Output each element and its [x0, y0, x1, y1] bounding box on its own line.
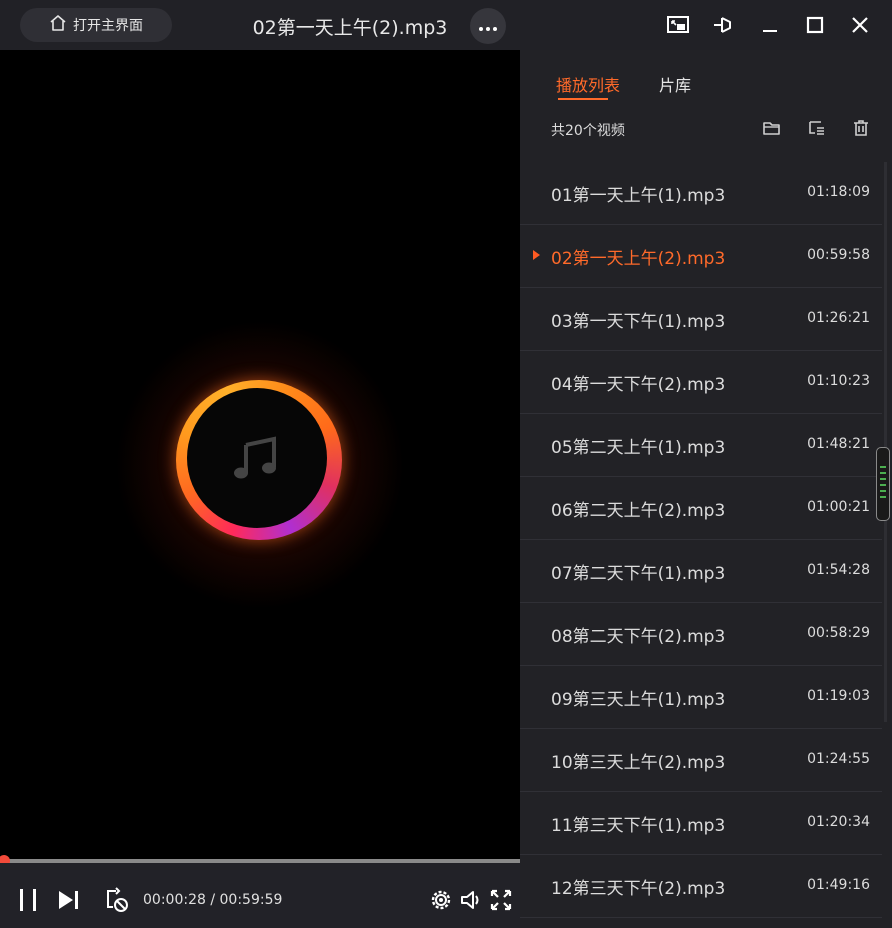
- video-count: 共20个视频: [551, 123, 625, 139]
- playlist-item-duration: 01:24:55: [807, 751, 870, 767]
- sort-icon: [809, 121, 824, 135]
- playlist-item-name: 01第一天上午(1).mp3: [551, 186, 726, 206]
- playlist-item-name: 07第二天下午(1).mp3: [551, 564, 726, 584]
- playlist-item[interactable]: 09第三天上午(1).mp3 01:19:03: [520, 666, 882, 729]
- gear-icon: [431, 890, 451, 910]
- video-area[interactable]: [0, 50, 520, 860]
- total-time: 00:59:59: [219, 892, 283, 908]
- playlist-item[interactable]: 01第一天上午(1).mp3 01:18:09: [520, 162, 882, 225]
- current-time: 00:00:28: [143, 892, 206, 908]
- playlist-item-duration: 01:18:09: [807, 184, 870, 200]
- playlist-item-duration: 00:58:29: [807, 625, 870, 641]
- loop-mode-icon: [107, 887, 128, 912]
- delete-button[interactable]: [851, 118, 871, 138]
- open-main-button[interactable]: 打开主界面: [20, 8, 172, 42]
- playlist-item-duration: 01:26:21: [807, 310, 870, 326]
- playlist-item[interactable]: 12第三天下午(2).mp3 01:49:16: [520, 855, 882, 918]
- mini-mode-icon: [667, 16, 689, 33]
- mini-mode-button[interactable]: [665, 12, 691, 38]
- next-button[interactable]: [56, 887, 82, 913]
- window-title: 02第一天上午(2).mp3: [252, 17, 448, 39]
- close-button[interactable]: [847, 12, 873, 38]
- now-playing-icon: [533, 250, 540, 260]
- trash-icon: [854, 120, 868, 136]
- volume-button[interactable]: [458, 887, 484, 913]
- audio-disc: [187, 388, 327, 528]
- home-icon: [49, 14, 67, 36]
- playlist-item-name: 02第一天上午(2).mp3: [551, 249, 726, 269]
- fullscreen-button[interactable]: [488, 887, 514, 913]
- music-note-icon: [234, 436, 276, 479]
- playlist-item-name: 12第三天下午(2).mp3: [551, 879, 726, 899]
- loop-mode-button[interactable]: [103, 887, 129, 913]
- playlist-item-name: 06第二天上午(2).mp3: [551, 501, 726, 521]
- playlist-item[interactable]: 07第二天下午(1).mp3 01:54:28: [520, 540, 882, 603]
- control-bar: 00:00:28 / 00:59:59: [0, 863, 520, 928]
- sort-button[interactable]: [807, 118, 827, 138]
- playlist-item-duration: 01:54:28: [807, 562, 870, 578]
- next-icon: [59, 891, 78, 909]
- scrollbar-track[interactable]: [884, 162, 887, 722]
- minimize-button[interactable]: [757, 12, 783, 38]
- open-folder-button[interactable]: [762, 118, 782, 138]
- time-display: 00:00:28 / 00:59:59: [143, 892, 282, 908]
- playlist-panel: 播放列表 片库 共20个视频 01第一天上午(1).mp3 01:18:09 02第…: [520, 50, 892, 928]
- pause-icon: [20, 889, 36, 911]
- playlist-item-name: 11第三天下午(1).mp3: [551, 816, 726, 836]
- close-icon: [852, 17, 868, 33]
- playlist-item[interactable]: 10第三天上午(2).mp3 01:24:55: [520, 729, 882, 792]
- time-separator: /: [210, 892, 216, 908]
- playlist-item-duration: 01:20:34: [807, 814, 870, 830]
- maximize-button[interactable]: [802, 12, 828, 38]
- playlist-item-duration: 01:49:16: [807, 877, 870, 893]
- playlist-item-duration: 01:10:23: [807, 373, 870, 389]
- speaker-icon: [461, 891, 479, 909]
- open-folder-icon: [763, 122, 780, 135]
- playlist-item-name: 10第三天上午(2).mp3: [551, 753, 726, 773]
- more-button[interactable]: [470, 8, 506, 44]
- pin-icon: [714, 17, 731, 33]
- playlist-item-duration: 01:00:21: [807, 499, 870, 515]
- settings-button[interactable]: [428, 887, 454, 913]
- minimize-icon: [763, 30, 777, 32]
- more-icon: [478, 17, 498, 36]
- playlist-item[interactable]: 05第二天上午(1).mp3 01:48:21: [520, 414, 882, 477]
- playlist-item-active[interactable]: 02第一天上午(2).mp3 00:59:58: [520, 225, 882, 288]
- pause-button[interactable]: [15, 887, 41, 913]
- playlist-item-name: 08第二天下午(2).mp3: [551, 627, 726, 647]
- tab-library[interactable]: 片库: [659, 72, 691, 96]
- title-bar: 打开主界面 02第一天上午(2).mp3: [0, 0, 892, 50]
- scrollbar-thumb[interactable]: [876, 447, 890, 521]
- playlist-item[interactable]: 04第一天下午(2).mp3 01:10:23: [520, 351, 882, 414]
- active-tab-indicator: [558, 98, 608, 100]
- playlist-item-name: 05第二天上午(1).mp3: [551, 438, 726, 458]
- playlist-item[interactable]: 08第二天下午(2).mp3 00:58:29: [520, 603, 882, 666]
- playlist-item-name: 03第一天下午(1).mp3: [551, 312, 726, 332]
- tab-playlist[interactable]: 播放列表: [556, 72, 620, 96]
- playlist: 01第一天上午(1).mp3 01:18:09 02第一天上午(2).mp3 00:5…: [520, 162, 882, 918]
- playlist-item-duration: 01:48:21: [807, 436, 870, 452]
- playlist-item[interactable]: 03第一天下午(1).mp3 01:26:21: [520, 288, 882, 351]
- playlist-item-name: 09第三天上午(1).mp3: [551, 690, 726, 710]
- fullscreen-icon: [490, 889, 512, 911]
- playlist-item[interactable]: 06第二天上午(2).mp3 01:00:21: [520, 477, 882, 540]
- maximize-icon: [806, 16, 824, 34]
- playlist-item-duration: 00:59:58: [807, 247, 870, 263]
- playlist-item[interactable]: 11第三天下午(1).mp3 01:20:34: [520, 792, 882, 855]
- open-main-label: 打开主界面: [73, 18, 143, 34]
- pin-button[interactable]: [710, 12, 736, 38]
- playlist-item-name: 04第一天下午(2).mp3: [551, 375, 726, 395]
- playlist-item-duration: 01:19:03: [807, 688, 870, 704]
